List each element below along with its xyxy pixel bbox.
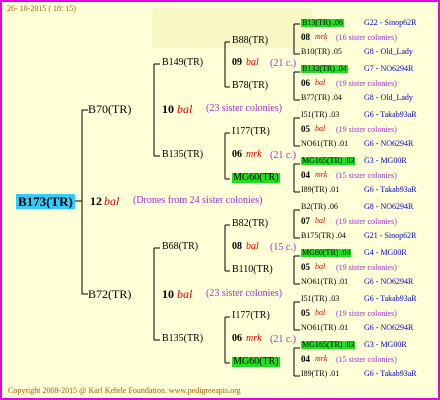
grandparent-d-mark: mrk [246,333,262,344]
pedigree-frame: 26- 10-2015 ( 18: 15) B173(TR) 12 bal (D… [0,0,440,400]
grandparent-b-count: 06 [232,149,242,160]
g4-bottom-queen[interactable]: I89(TR) .01 [301,186,339,194]
copyright: Copyright 2008-2015 @ Karl Kehrle Founda… [8,386,241,395]
g4-note: (15 sister colonies) [336,171,397,180]
g4-bottom-code: G6 - Takab93aR [364,185,417,194]
grandparent-b-note: (21 c.) [270,150,297,161]
g4-bottom-queen[interactable]: B175(TR) .04 [301,232,346,240]
grandparent-a-mark: bal [246,57,259,68]
parent-top-note: (23 sister colonies) [206,103,283,114]
g4-mark: bal [315,262,326,271]
g4-top-queen[interactable]: MG165(TR) .03 [301,157,356,165]
g3-c1[interactable]: B82(TR) [232,219,268,229]
g4-bottom-code: G8 - Old_Lady [364,93,413,102]
g4-bottom-code: G6 - NO6294R [364,139,414,148]
parent-queen-top[interactable]: B70(TR) [88,103,131,115]
g4-top-code: G3 - MG00R [364,340,407,349]
grandparent-d[interactable]: B135(TR) [162,334,203,344]
g4-drone-count: 07 [301,216,310,226]
parent-top-count: 10 [162,102,174,116]
g4-top-code: G7 - NO6294R [364,64,414,73]
grandparent-a[interactable]: B149(TR) [162,58,203,68]
g4-mark: mrk [315,32,328,41]
g4-note: (19 sister colonies) [336,309,397,318]
g4-top-code: G8 - NO6294R [364,202,414,211]
g4-drone-count: 05 [301,308,310,318]
grandparent-c-count: 08 [232,241,242,252]
g4-note: (19 sister colonies) [336,125,397,134]
g4-mark: bal [315,308,326,317]
g4-bottom-queen[interactable]: NO61(TR) .01 [301,278,348,286]
g4-bottom-queen[interactable]: I89(TR) .01 [301,370,339,378]
g4-drone-count: 05 [301,124,310,134]
root-note: (Drones from 24 sister colonies) [133,195,263,206]
g4-top-code: G3 - MG00R [364,156,407,165]
g4-note: (19 sister colonies) [336,217,397,226]
parent-queen-bottom[interactable]: B72(TR) [88,288,131,300]
g3-a1[interactable]: B88(TR) [232,36,268,46]
g4-top-code: G4 - MG00R [364,248,407,257]
g4-top-code: G6 - Takab93aR [364,110,417,119]
grandparent-c-mark: bal [246,241,259,252]
parent-top-mark: bal [177,102,193,116]
g4-bottom-code: G6 - Takab93aR [364,369,417,378]
parent-bottom-count: 10 [162,287,174,301]
g4-bottom-code: G6 - NO6294R [364,323,414,332]
grandparent-c-note: (15 c.) [270,242,297,253]
g4-drone-count: 06 [301,78,310,88]
g4-bottom-queen[interactable]: NO61(TR) .01 [301,140,348,148]
grandparent-c[interactable]: B68(TR) [162,242,198,252]
root-mark: bal [104,194,120,208]
g4-mark: mrk [315,170,328,179]
g3-a2[interactable]: B78(TR) [232,81,268,91]
g4-top-queen[interactable]: I51(TR) .03 [301,295,339,303]
g4-note: (19 sister colonies) [336,79,397,88]
g4-bottom-queen[interactable]: B10(TR) .05 [301,48,342,56]
g4-top-queen[interactable]: B2(TR) .06 [301,203,338,211]
g4-mark: bal [315,124,326,133]
g4-bottom-queen[interactable]: NO61(TR) .01 [301,324,348,332]
grandparent-b-mark: mrk [246,149,262,160]
g4-bottom-code: G21 - Sinop62R [364,231,417,240]
grandparent-a-note: (21 c.) [270,58,297,69]
g4-bottom-code: G6 - NO6294R [364,277,414,286]
g3-d2[interactable]: MG60(TR) [232,357,280,367]
g4-mark: bal [315,216,326,225]
g4-drone-count: 04 [301,170,310,180]
g4-note: (19 sister colonies) [336,263,397,272]
g4-drone-count: 08 [301,32,310,42]
parent-bottom-mark: bal [177,287,193,301]
g3-b1[interactable]: I177(TR) [232,127,270,137]
g4-top-queen[interactable]: B13(TR) .06 [301,19,344,27]
grandparent-d-note: (21 c.) [270,334,297,345]
g4-drone-count: 04 [301,354,310,364]
g4-drone-count: 05 [301,262,310,272]
root-drone-count: 12 [90,194,102,208]
parent-bottom-note: (23 sister colonies) [206,288,283,299]
grandparent-d-count: 06 [232,333,242,344]
g4-mark: bal [315,78,326,87]
g4-note: (16 sister colonies) [336,33,397,42]
grandparent-b[interactable]: B135(TR) [162,150,203,160]
g4-top-queen[interactable]: MG60(TR) .04 [301,249,352,257]
g4-top-queen[interactable]: I51(TR) .03 [301,111,339,119]
g3-c2[interactable]: B110(TR) [232,265,273,275]
g3-d1[interactable]: I177(TR) [232,311,270,321]
g4-top-code: G6 - Takab93aR [364,294,417,303]
g3-b2[interactable]: MG60(TR) [232,173,280,183]
g4-mark: mrk [315,354,328,363]
root-queen[interactable]: B173(TR) [16,194,75,209]
g4-top-code: G22 - Sinop62R [364,18,417,27]
g4-note: (15 sister colonies) [336,355,397,364]
g4-bottom-code: G8 - Old_Lady [364,47,413,56]
grandparent-a-count: 09 [232,57,242,68]
g4-top-queen[interactable]: MG165(TR) .03 [301,341,356,349]
g4-bottom-queen[interactable]: B77(TR) .04 [301,94,342,102]
g4-top-queen[interactable]: B132(TR) .04 [301,65,348,73]
